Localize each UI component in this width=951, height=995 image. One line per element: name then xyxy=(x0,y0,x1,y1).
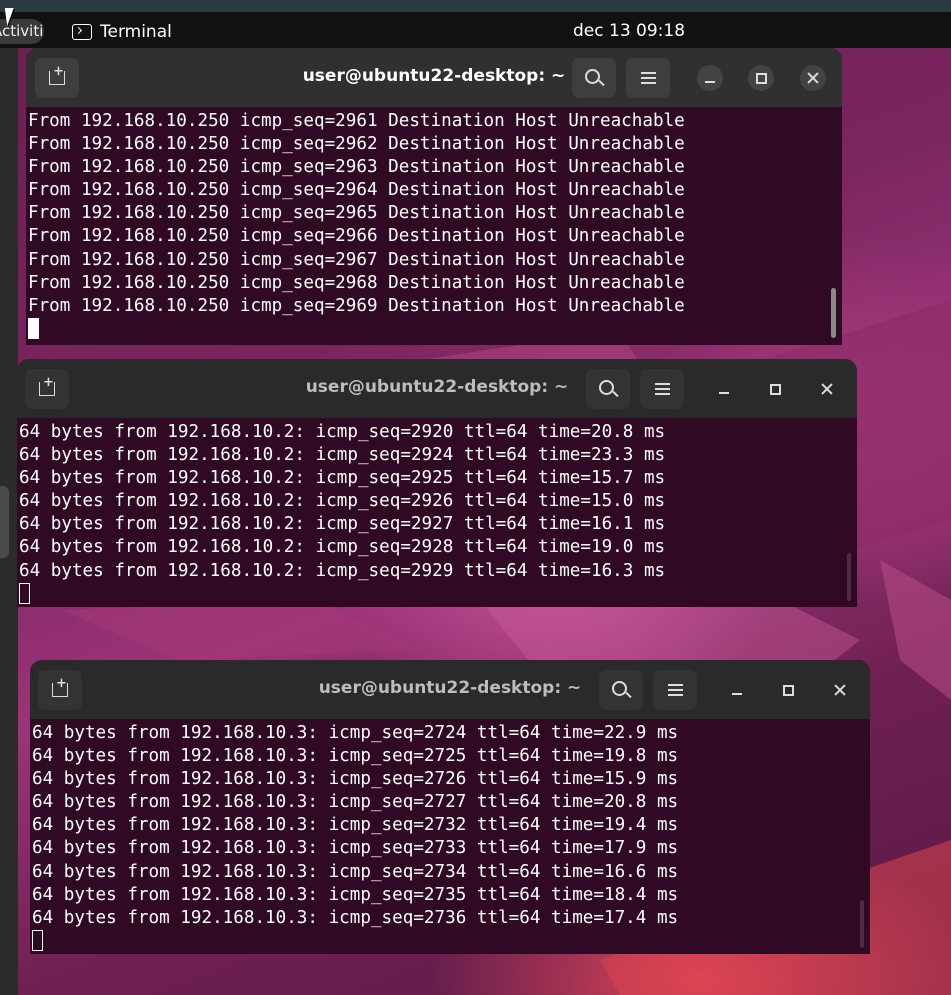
output-line: From 192.168.10.250 icmp_seq=2963 Destin… xyxy=(28,157,685,178)
terminal-output[interactable]: From 192.168.10.250 icmp_seq=2961 Destin… xyxy=(26,107,842,345)
top-bar: Activities Terminal dec 13 09:18 xyxy=(0,0,951,48)
output-line: 64 bytes from 192.168.10.3: icmp_seq=272… xyxy=(32,769,679,790)
search-button[interactable] xyxy=(572,58,616,98)
menu-button[interactable] xyxy=(626,58,670,98)
minimize-icon xyxy=(719,392,729,394)
menu-button[interactable] xyxy=(640,369,684,409)
terminal-output[interactable]: 64 bytes from 192.168.10.3: icmp_seq=272… xyxy=(30,719,870,954)
close-icon xyxy=(834,684,846,696)
search-button[interactable] xyxy=(599,670,643,710)
scrollbar[interactable] xyxy=(847,553,851,601)
output-line: From 192.168.10.250 icmp_seq=2967 Destin… xyxy=(28,249,685,270)
output-line: 64 bytes from 192.168.10.2: icmp_seq=292… xyxy=(19,445,666,466)
output-line: From 192.168.10.250 icmp_seq=2969 Destin… xyxy=(28,295,685,316)
output-line: 64 bytes from 192.168.10.3: icmp_seq=273… xyxy=(32,838,679,859)
output-line: From 192.168.10.250 icmp_seq=2965 Destin… xyxy=(28,203,685,224)
minimize-button[interactable] xyxy=(724,677,750,703)
text-cursor xyxy=(19,582,30,604)
maximize-icon xyxy=(782,684,794,696)
output-line: 64 bytes from 192.168.10.3: icmp_seq=273… xyxy=(32,861,679,882)
minimize-icon xyxy=(732,693,742,695)
scrollbar[interactable] xyxy=(860,900,864,948)
search-button[interactable] xyxy=(586,369,630,409)
output-line: 64 bytes from 192.168.10.2: icmp_seq=292… xyxy=(19,560,666,581)
output-line: 64 bytes from 192.168.10.3: icmp_seq=272… xyxy=(32,723,679,743)
app-menu[interactable]: Terminal xyxy=(72,21,172,43)
close-button[interactable] xyxy=(814,376,840,402)
text-cursor xyxy=(28,317,39,339)
terminal-window-1[interactable]: user@ubuntu22-desktop: ~ From 192.168.10… xyxy=(26,48,842,345)
top-bar-stripe xyxy=(0,0,951,12)
output-line: 64 bytes from 192.168.10.2: icmp_seq=292… xyxy=(19,422,666,442)
output-line: 64 bytes from 192.168.10.3: icmp_seq=272… xyxy=(32,746,679,767)
output-line: 64 bytes from 192.168.10.2: icmp_seq=292… xyxy=(19,468,666,489)
output-line: 64 bytes from 192.168.10.2: icmp_seq=292… xyxy=(19,537,666,558)
terminal-icon xyxy=(72,24,92,40)
output-line: From 192.168.10.250 icmp_seq=2964 Destin… xyxy=(28,180,685,201)
minimize-button[interactable] xyxy=(697,65,723,91)
header-bar[interactable]: user@ubuntu22-desktop: ~ xyxy=(30,660,870,719)
close-icon xyxy=(807,72,819,84)
hamburger-menu-icon xyxy=(654,383,670,395)
terminal-window-2[interactable]: user@ubuntu22-desktop: ~ 64 bytes from 1… xyxy=(17,359,857,607)
header-bar[interactable]: user@ubuntu22-desktop: ~ xyxy=(17,359,857,418)
output-line: From 192.168.10.250 icmp_seq=2968 Destin… xyxy=(28,272,685,293)
header-bar[interactable]: user@ubuntu22-desktop: ~ xyxy=(26,48,842,107)
search-icon xyxy=(584,68,600,84)
close-button[interactable] xyxy=(800,65,826,91)
search-icon xyxy=(598,379,614,395)
dock-app-indicator[interactable] xyxy=(0,486,9,558)
text-cursor xyxy=(32,929,43,951)
scrollbar[interactable] xyxy=(831,288,836,338)
output-line: From 192.168.10.250 icmp_seq=2961 Destin… xyxy=(28,111,685,131)
maximize-button[interactable] xyxy=(775,677,801,703)
output-line: 64 bytes from 192.168.10.2: icmp_seq=292… xyxy=(19,514,666,535)
search-icon xyxy=(611,680,627,696)
output-line: From 192.168.10.250 icmp_seq=2966 Destin… xyxy=(28,226,685,247)
minimize-button[interactable] xyxy=(711,376,737,402)
maximize-button[interactable] xyxy=(748,65,774,91)
output-line: 64 bytes from 192.168.10.3: icmp_seq=272… xyxy=(32,792,679,813)
terminal-output[interactable]: 64 bytes from 192.168.10.2: icmp_seq=292… xyxy=(17,418,857,607)
maximize-button[interactable] xyxy=(762,376,788,402)
close-icon xyxy=(821,383,833,395)
output-line: 64 bytes from 192.168.10.3: icmp_seq=273… xyxy=(32,907,679,928)
close-button[interactable] xyxy=(827,677,853,703)
output-line: From 192.168.10.250 icmp_seq=2962 Destin… xyxy=(28,134,685,155)
terminal-window-3[interactable]: user@ubuntu22-desktop: ~ 64 bytes from 1… xyxy=(30,660,870,954)
output-line: 64 bytes from 192.168.10.3: icmp_seq=273… xyxy=(32,815,679,836)
clock[interactable]: dec 13 09:18 xyxy=(573,21,685,41)
output-line: 64 bytes from 192.168.10.3: icmp_seq=273… xyxy=(32,884,679,905)
dock xyxy=(0,48,18,995)
minimize-icon xyxy=(705,81,715,83)
hamburger-menu-icon xyxy=(667,684,683,696)
app-menu-label: Terminal xyxy=(100,22,172,42)
menu-button[interactable] xyxy=(653,670,697,710)
maximize-icon xyxy=(769,383,781,395)
hamburger-menu-icon xyxy=(640,72,656,84)
maximize-icon xyxy=(755,72,767,84)
output-line: 64 bytes from 192.168.10.2: icmp_seq=292… xyxy=(19,491,666,512)
